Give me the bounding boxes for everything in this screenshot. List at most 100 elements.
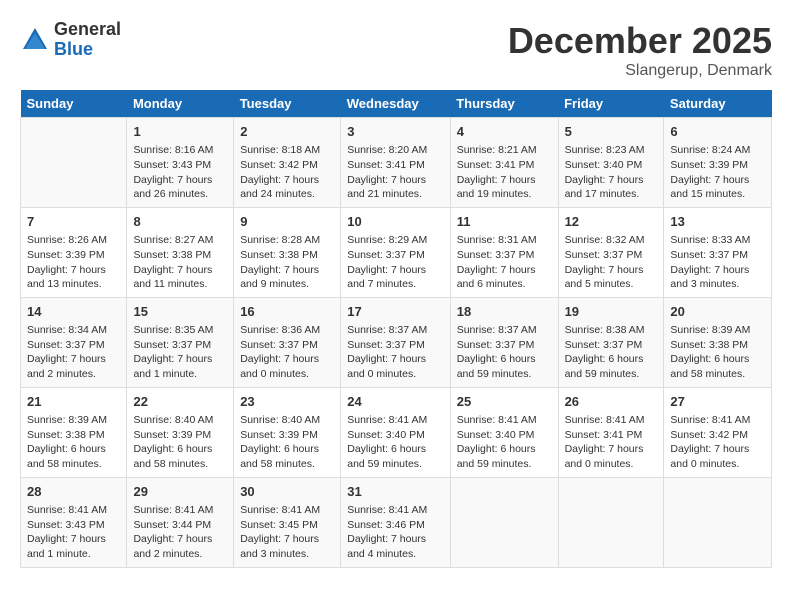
day-number: 20 [670,303,765,321]
calendar-cell: 4 Sunrise: 8:21 AMSunset: 3:41 PMDaylight… [450,118,558,208]
weekday-header: Saturday [664,90,772,118]
day-number: 21 [27,393,120,411]
calendar-cell: 14 Sunrise: 8:34 AMSunset: 3:37 PMDayligh… [21,297,127,387]
calendar-cell: 24 Sunrise: 8:41 AMSunset: 3:40 PMDayligh… [341,387,450,477]
day-info: Sunrise: 8:24 AMSunset: 3:39 PMDaylight:… [670,143,765,202]
month-title: December 2025 [508,20,772,62]
day-number: 6 [670,123,765,141]
day-info: Sunrise: 8:40 AMSunset: 3:39 PMDaylight:… [240,413,334,472]
day-number: 8 [133,213,227,231]
calendar-cell: 15 Sunrise: 8:35 AMSunset: 3:37 PMDayligh… [127,297,234,387]
day-number: 25 [457,393,552,411]
calendar-week-row: 14 Sunrise: 8:34 AMSunset: 3:37 PMDayligh… [21,297,772,387]
day-info: Sunrise: 8:26 AMSunset: 3:39 PMDaylight:… [27,233,120,292]
day-info: Sunrise: 8:23 AMSunset: 3:40 PMDaylight:… [565,143,658,202]
day-number: 15 [133,303,227,321]
calendar-cell [21,118,127,208]
calendar-table: SundayMondayTuesdayWednesdayThursdayFrid… [20,90,772,568]
calendar-header-row: SundayMondayTuesdayWednesdayThursdayFrid… [21,90,772,118]
day-info: Sunrise: 8:29 AMSunset: 3:37 PMDaylight:… [347,233,443,292]
day-number: 5 [565,123,658,141]
calendar-cell: 3 Sunrise: 8:20 AMSunset: 3:41 PMDaylight… [341,118,450,208]
calendar-cell: 25Sunrise: 8:41 AMSunset: 3:40 PMDayligh… [450,387,558,477]
day-info: Sunrise: 8:40 AMSunset: 3:39 PMDaylight:… [133,413,227,472]
day-number: 18 [457,303,552,321]
day-number: 2 [240,123,334,141]
logo-text: General Blue [54,20,121,60]
calendar-cell [558,477,664,567]
day-number: 11 [457,213,552,231]
weekday-header: Friday [558,90,664,118]
logo: General Blue [20,20,121,60]
calendar-cell: 6 Sunrise: 8:24 AMSunset: 3:39 PMDaylight… [664,118,772,208]
day-info: Sunrise: 8:37 AMSunset: 3:37 PMDaylight:… [457,323,552,382]
day-info: Sunrise: 8:39 AMSunset: 3:38 PMDaylight:… [27,413,120,472]
day-info: Sunrise: 8:41 AMSunset: 3:41 PMDaylight:… [565,413,658,472]
calendar-cell: 29Sunrise: 8:41 AMSunset: 3:44 PMDayligh… [127,477,234,567]
day-number: 31 [347,483,443,501]
day-info: Sunrise: 8:33 AMSunset: 3:37 PMDaylight:… [670,233,765,292]
day-info: Sunrise: 8:37 AMSunset: 3:37 PMDaylight:… [347,323,443,382]
day-info: Sunrise: 8:16 AMSunset: 3:43 PMDaylight:… [133,143,227,202]
day-info: Sunrise: 8:21 AMSunset: 3:41 PMDaylight:… [457,143,552,202]
day-number: 3 [347,123,443,141]
day-info: Sunrise: 8:28 AMSunset: 3:38 PMDaylight:… [240,233,334,292]
calendar-week-row: 21 Sunrise: 8:39 AMSunset: 3:38 PMDayligh… [21,387,772,477]
day-number: 16 [240,303,334,321]
calendar-cell: 7Sunrise: 8:26 AMSunset: 3:39 PMDaylight… [21,207,127,297]
day-number: 22 [133,393,227,411]
calendar-cell: 16 Sunrise: 8:36 AMSunset: 3:37 PMDayligh… [234,297,341,387]
calendar-cell: 26 Sunrise: 8:41 AMSunset: 3:41 PMDayligh… [558,387,664,477]
day-number: 23 [240,393,334,411]
calendar-cell: 1 Sunrise: 8:16 AMSunset: 3:43 PMDaylight… [127,118,234,208]
day-info: Sunrise: 8:35 AMSunset: 3:37 PMDaylight:… [133,323,227,382]
day-info: Sunrise: 8:36 AMSunset: 3:37 PMDaylight:… [240,323,334,382]
calendar-cell [450,477,558,567]
weekday-header: Thursday [450,90,558,118]
calendar-cell: 12Sunrise: 8:32 AMSunset: 3:37 PMDayligh… [558,207,664,297]
calendar-cell: 23 Sunrise: 8:40 AMSunset: 3:39 PMDayligh… [234,387,341,477]
weekday-header: Monday [127,90,234,118]
day-number: 1 [133,123,227,141]
day-info: Sunrise: 8:18 AMSunset: 3:42 PMDaylight:… [240,143,334,202]
calendar-cell: 31 Sunrise: 8:41 AMSunset: 3:46 PMDayligh… [341,477,450,567]
day-info: Sunrise: 8:41 AMSunset: 3:45 PMDaylight:… [240,503,334,562]
calendar-cell: 21 Sunrise: 8:39 AMSunset: 3:38 PMDayligh… [21,387,127,477]
day-info: Sunrise: 8:41 AMSunset: 3:46 PMDaylight:… [347,503,443,562]
day-info: Sunrise: 8:41 AMSunset: 3:43 PMDaylight:… [27,503,120,562]
calendar-cell: 28Sunrise: 8:41 AMSunset: 3:43 PMDayligh… [21,477,127,567]
day-info: Sunrise: 8:41 AMSunset: 3:44 PMDaylight:… [133,503,227,562]
day-number: 4 [457,123,552,141]
calendar-cell: 17 Sunrise: 8:37 AMSunset: 3:37 PMDayligh… [341,297,450,387]
calendar-cell: 20 Sunrise: 8:39 AMSunset: 3:38 PMDayligh… [664,297,772,387]
calendar-cell [664,477,772,567]
day-number: 10 [347,213,443,231]
calendar-week-row: 28Sunrise: 8:41 AMSunset: 3:43 PMDayligh… [21,477,772,567]
calendar-week-row: 7Sunrise: 8:26 AMSunset: 3:39 PMDaylight… [21,207,772,297]
day-info: Sunrise: 8:41 AMSunset: 3:40 PMDaylight:… [347,413,443,472]
weekday-header: Tuesday [234,90,341,118]
day-info: Sunrise: 8:39 AMSunset: 3:38 PMDaylight:… [670,323,765,382]
day-number: 14 [27,303,120,321]
page-header: General Blue December 2025 Slangerup, De… [20,20,772,80]
calendar-cell: 18 Sunrise: 8:37 AMSunset: 3:37 PMDayligh… [450,297,558,387]
location: Slangerup, Denmark [508,62,772,80]
day-number: 12 [565,213,658,231]
day-info: Sunrise: 8:41 AMSunset: 3:42 PMDaylight:… [670,413,765,472]
day-info: Sunrise: 8:34 AMSunset: 3:37 PMDaylight:… [27,323,120,382]
day-number: 17 [347,303,443,321]
day-number: 24 [347,393,443,411]
day-info: Sunrise: 8:20 AMSunset: 3:41 PMDaylight:… [347,143,443,202]
day-info: Sunrise: 8:38 AMSunset: 3:37 PMDaylight:… [565,323,658,382]
calendar-cell: 13Sunrise: 8:33 AMSunset: 3:37 PMDayligh… [664,207,772,297]
calendar-cell: 9Sunrise: 8:28 AMSunset: 3:38 PMDaylight… [234,207,341,297]
calendar-cell: 5 Sunrise: 8:23 AMSunset: 3:40 PMDaylight… [558,118,664,208]
calendar-week-row: 1 Sunrise: 8:16 AMSunset: 3:43 PMDaylight… [21,118,772,208]
calendar-cell: 11Sunrise: 8:31 AMSunset: 3:37 PMDayligh… [450,207,558,297]
day-info: Sunrise: 8:27 AMSunset: 3:38 PMDaylight:… [133,233,227,292]
logo-icon [20,25,50,55]
calendar-cell: 2 Sunrise: 8:18 AMSunset: 3:42 PMDaylight… [234,118,341,208]
day-number: 26 [565,393,658,411]
logo-blue: Blue [54,40,121,60]
calendar-cell: 8 Sunrise: 8:27 AMSunset: 3:38 PMDaylight… [127,207,234,297]
